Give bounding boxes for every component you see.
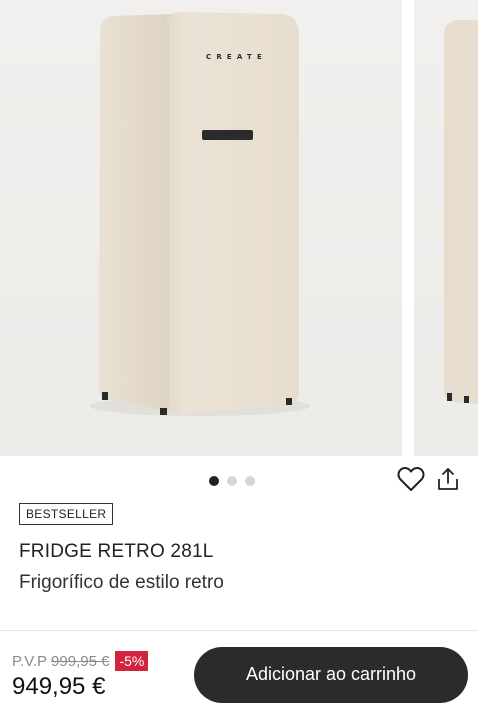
bestseller-badge: BESTSELLER xyxy=(19,503,114,525)
pvp-label: P.V.P xyxy=(12,652,48,670)
product-image-next[interactable] xyxy=(414,0,478,456)
discount-badge: -5% xyxy=(115,651,149,671)
gallery-pagination xyxy=(209,476,255,486)
pagination-dot-3[interactable] xyxy=(245,476,255,486)
pagination-dot-1[interactable] xyxy=(209,476,219,486)
fridge-illustration-partial xyxy=(444,20,478,404)
wishlist-button[interactable] xyxy=(396,464,426,494)
product-subtitle: Frigorífico de estilo retro xyxy=(19,572,224,593)
pagination-dot-2[interactable] xyxy=(227,476,237,486)
heart-icon xyxy=(397,467,425,491)
fridge-illustration xyxy=(90,12,310,416)
product-image-main[interactable]: CREATE xyxy=(0,0,402,456)
brand-logo-text: CREATE xyxy=(206,53,267,61)
old-price: 999,95 € xyxy=(51,652,110,670)
product-title: FRIDGE RETRO 281L xyxy=(19,541,214,562)
current-price: 949,95 € xyxy=(12,673,106,700)
add-to-cart-button[interactable]: Adicionar ao carrinho xyxy=(194,647,468,703)
purchase-bar: P.V.P 999,95 € -5% 949,95 € Adicionar ao… xyxy=(0,630,478,703)
product-gallery[interactable]: CREATE xyxy=(0,0,478,456)
share-button[interactable] xyxy=(433,464,463,494)
share-icon xyxy=(438,468,458,490)
price-reference-row: P.V.P 999,95 € -5% xyxy=(12,651,149,671)
